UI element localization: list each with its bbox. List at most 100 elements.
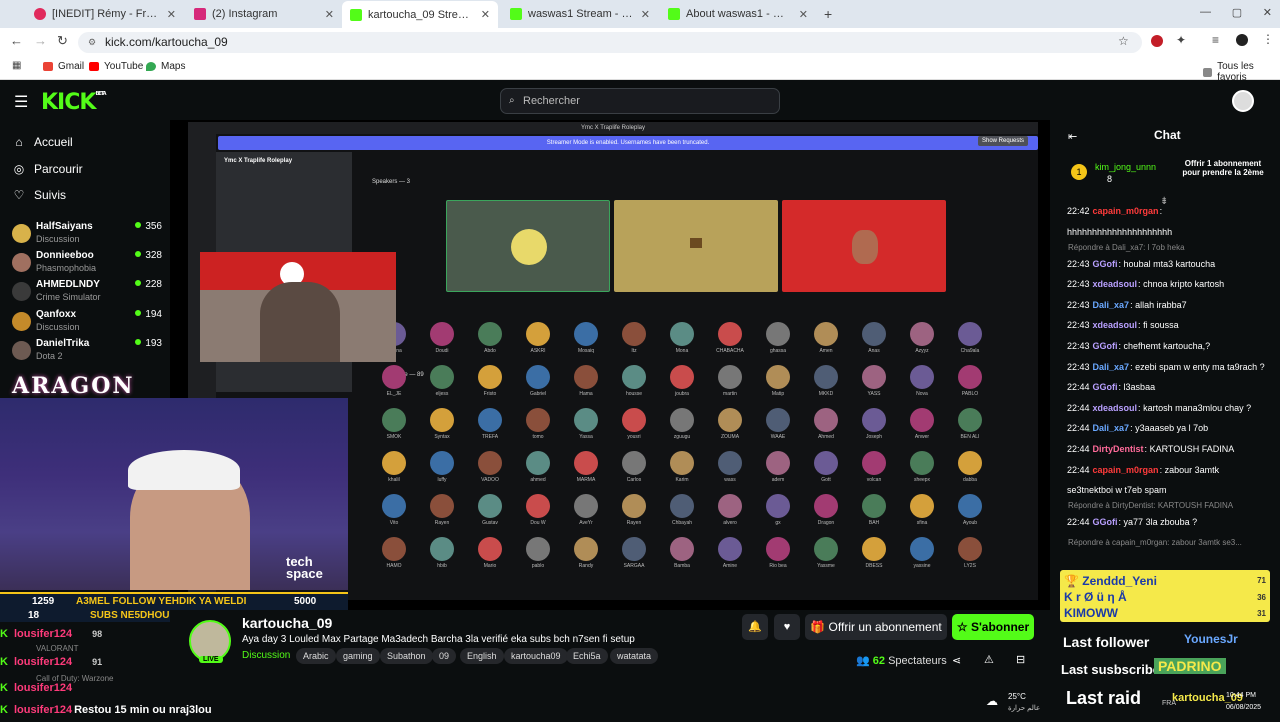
chat-username[interactable]: GGofi — [1093, 382, 1118, 392]
overlay-chat-line: Klousifer124 98 — [0, 628, 170, 646]
tag[interactable]: kartoucha09 — [504, 648, 568, 664]
clock-time: 10:44 PM — [1226, 692, 1256, 699]
participant-name: AveYr — [579, 520, 593, 526]
chat-username[interactable]: xdeadsoul — [1093, 279, 1138, 289]
bookmark-star-icon[interactable]: ☆ — [1118, 34, 1129, 48]
participant-tile: Mosaiq — [562, 322, 610, 354]
chat-username[interactable]: Dali_xa7 — [1093, 362, 1130, 372]
chat-username[interactable]: xdeadsoul — [1093, 320, 1138, 330]
close-icon[interactable]: ✕ — [325, 8, 334, 21]
tag[interactable]: Arabic — [296, 648, 336, 664]
bookmark-youtube[interactable]: YouTube — [89, 61, 143, 72]
close-icon[interactable]: ✕ — [167, 8, 176, 21]
collapse-chat-icon[interactable]: ⇤ — [1068, 130, 1077, 143]
overlay-chat-line: Klousifer124 — [0, 682, 170, 700]
maximize-icon[interactable]: ▢ — [1232, 6, 1242, 19]
nav-following[interactable]: ♡ Suivis — [13, 188, 66, 202]
sidebar-channel[interactable]: Qanfoxx Discussion 194 — [10, 308, 162, 338]
bookmark-maps[interactable]: Maps — [146, 61, 185, 72]
tab-4[interactable]: About waswas1 - Watch Live o ✕ — [660, 3, 816, 25]
chat-username[interactable]: xdeadsoul — [1093, 403, 1138, 413]
participant-tile: yassine — [898, 537, 946, 569]
sidebar-channel[interactable]: DanielTrika Dota 2 193 — [10, 337, 162, 367]
chat-username[interactable]: GGofi — [1093, 517, 1118, 527]
bookmark-gmail[interactable]: Gmail — [43, 61, 84, 72]
follow-button[interactable]: ♥ — [774, 614, 800, 640]
sidebar-channel[interactable]: HalfSaiyans Discussion 356 — [10, 220, 162, 250]
chat-username[interactable]: GGofi — [1093, 341, 1118, 351]
close-icon[interactable]: ✕ — [641, 8, 650, 21]
tag[interactable]: English — [460, 648, 504, 664]
participant-tile: Amine — [706, 537, 754, 569]
users-icon: 👥 — [856, 655, 873, 667]
media-icon[interactable]: ≡ — [1212, 33, 1219, 47]
streamer-avatar[interactable]: LIVE — [189, 620, 231, 663]
kick-logo[interactable]: KICKBETA — [41, 90, 107, 115]
participant-avatar — [574, 494, 598, 518]
url-input[interactable]: kick.com/kartoucha_09 — [78, 32, 1142, 53]
hamburger-menu-icon[interactable]: ☰ — [14, 92, 28, 112]
tag[interactable]: Echi5a — [566, 648, 608, 664]
participant-name: CHABACHA — [716, 348, 744, 354]
nav-browse[interactable]: ◎ Parcourir — [13, 162, 83, 176]
report-icon[interactable]: ⚠ — [984, 653, 994, 666]
tag[interactable]: Subathon — [380, 648, 433, 664]
apps-icon[interactable]: ▦ — [12, 60, 21, 71]
close-window-icon[interactable]: ✕ — [1263, 6, 1272, 19]
new-tab-button[interactable]: + — [824, 6, 832, 22]
tag[interactable]: gaming — [336, 648, 380, 664]
participant-tile: Carlos — [610, 451, 658, 483]
site-info-icon[interactable]: ⚙ — [88, 37, 96, 48]
puzzle-icon[interactable]: ✦ — [1176, 33, 1186, 47]
minimize-icon[interactable]: — — [1200, 6, 1211, 19]
more-icon[interactable]: ⊟ — [1016, 653, 1025, 666]
chat-username[interactable]: capain_m0rgan — [1093, 206, 1159, 216]
weather-widget[interactable]: ☁ 25°C عالم حرارة — [980, 690, 1056, 720]
participant-name: Bamba — [674, 563, 690, 569]
close-icon[interactable]: ✕ — [799, 8, 808, 21]
participant-name: Azyyz — [915, 348, 929, 354]
subscribe-button[interactable]: ☆ S'abonner — [952, 614, 1034, 640]
profile-icon[interactable] — [1236, 34, 1248, 46]
back-icon[interactable]: ← — [10, 33, 23, 48]
participant-name: SARGAA — [623, 563, 645, 569]
forward-icon[interactable]: → — [34, 33, 47, 48]
sidebar-channel[interactable]: AHMEDLNDY Crime Simulator 228 — [10, 278, 162, 308]
tab-3[interactable]: waswas1 Stream - Watch Live o ✕ — [502, 3, 658, 25]
tag[interactable]: 09 — [432, 648, 457, 664]
tab-2[interactable]: kartoucha_09 Stream - Watc ✕ — [342, 1, 498, 28]
participant-name: MARMA — [576, 477, 596, 483]
chat-username[interactable]: Dali_xa7 — [1093, 300, 1130, 310]
close-icon[interactable]: ✕ — [481, 8, 490, 21]
menu-icon[interactable]: ⋮ — [1262, 32, 1274, 46]
sidebar-channel[interactable]: Donnieeboo Phasmophobia 328 — [10, 249, 162, 279]
overlay-chat-line: Klousifer124 Restou 15 min ou nraj3lou — [0, 704, 300, 722]
chat-username[interactable]: DirtyDentist — [1093, 444, 1144, 454]
nav-label: Accueil — [34, 135, 73, 149]
reload-icon[interactable]: ↻ — [57, 33, 68, 49]
tag[interactable]: watatata — [610, 648, 659, 664]
user-avatar[interactable] — [1232, 90, 1254, 112]
chat-timestamp: 22:43 — [1067, 258, 1090, 269]
notification-bell-button[interactable]: 🔔 — [742, 614, 768, 640]
participant-avatar — [718, 365, 742, 389]
streamer-name[interactable]: kartoucha_09 — [242, 615, 332, 631]
participant-tile: Gabriel — [514, 365, 562, 397]
nav-home[interactable]: ⌂ Accueil — [13, 135, 73, 149]
gift-user[interactable]: kim_jong_unnn — [1095, 162, 1156, 172]
extension-icon[interactable] — [1151, 35, 1163, 47]
stream-category[interactable]: Discussion — [242, 650, 290, 661]
chat-username[interactable]: Dali_xa7 — [1093, 423, 1130, 433]
search-input[interactable]: ⌕ Rechercher — [500, 88, 780, 114]
chat-username[interactable]: GGofi — [1093, 259, 1118, 269]
language-indicator[interactable]: FRA — [1162, 700, 1176, 707]
channel-name: AHMEDLNDY — [36, 279, 100, 290]
chat-username[interactable]: capain_m0rgan — [1093, 465, 1159, 475]
gift-subscription-button[interactable]: 🎁 Offrir un abonnement — [805, 614, 947, 640]
viewer-count: 194 — [135, 309, 162, 320]
participant-name: gx — [775, 520, 781, 526]
share-icon[interactable]: ⋖ — [952, 654, 961, 667]
participant-tile: Gott — [802, 451, 850, 483]
tab-0[interactable]: [INEDIT] Rémy - Freestyle ✕ — [26, 3, 184, 25]
tab-1[interactable]: (2) Instagram ✕ — [186, 3, 342, 25]
